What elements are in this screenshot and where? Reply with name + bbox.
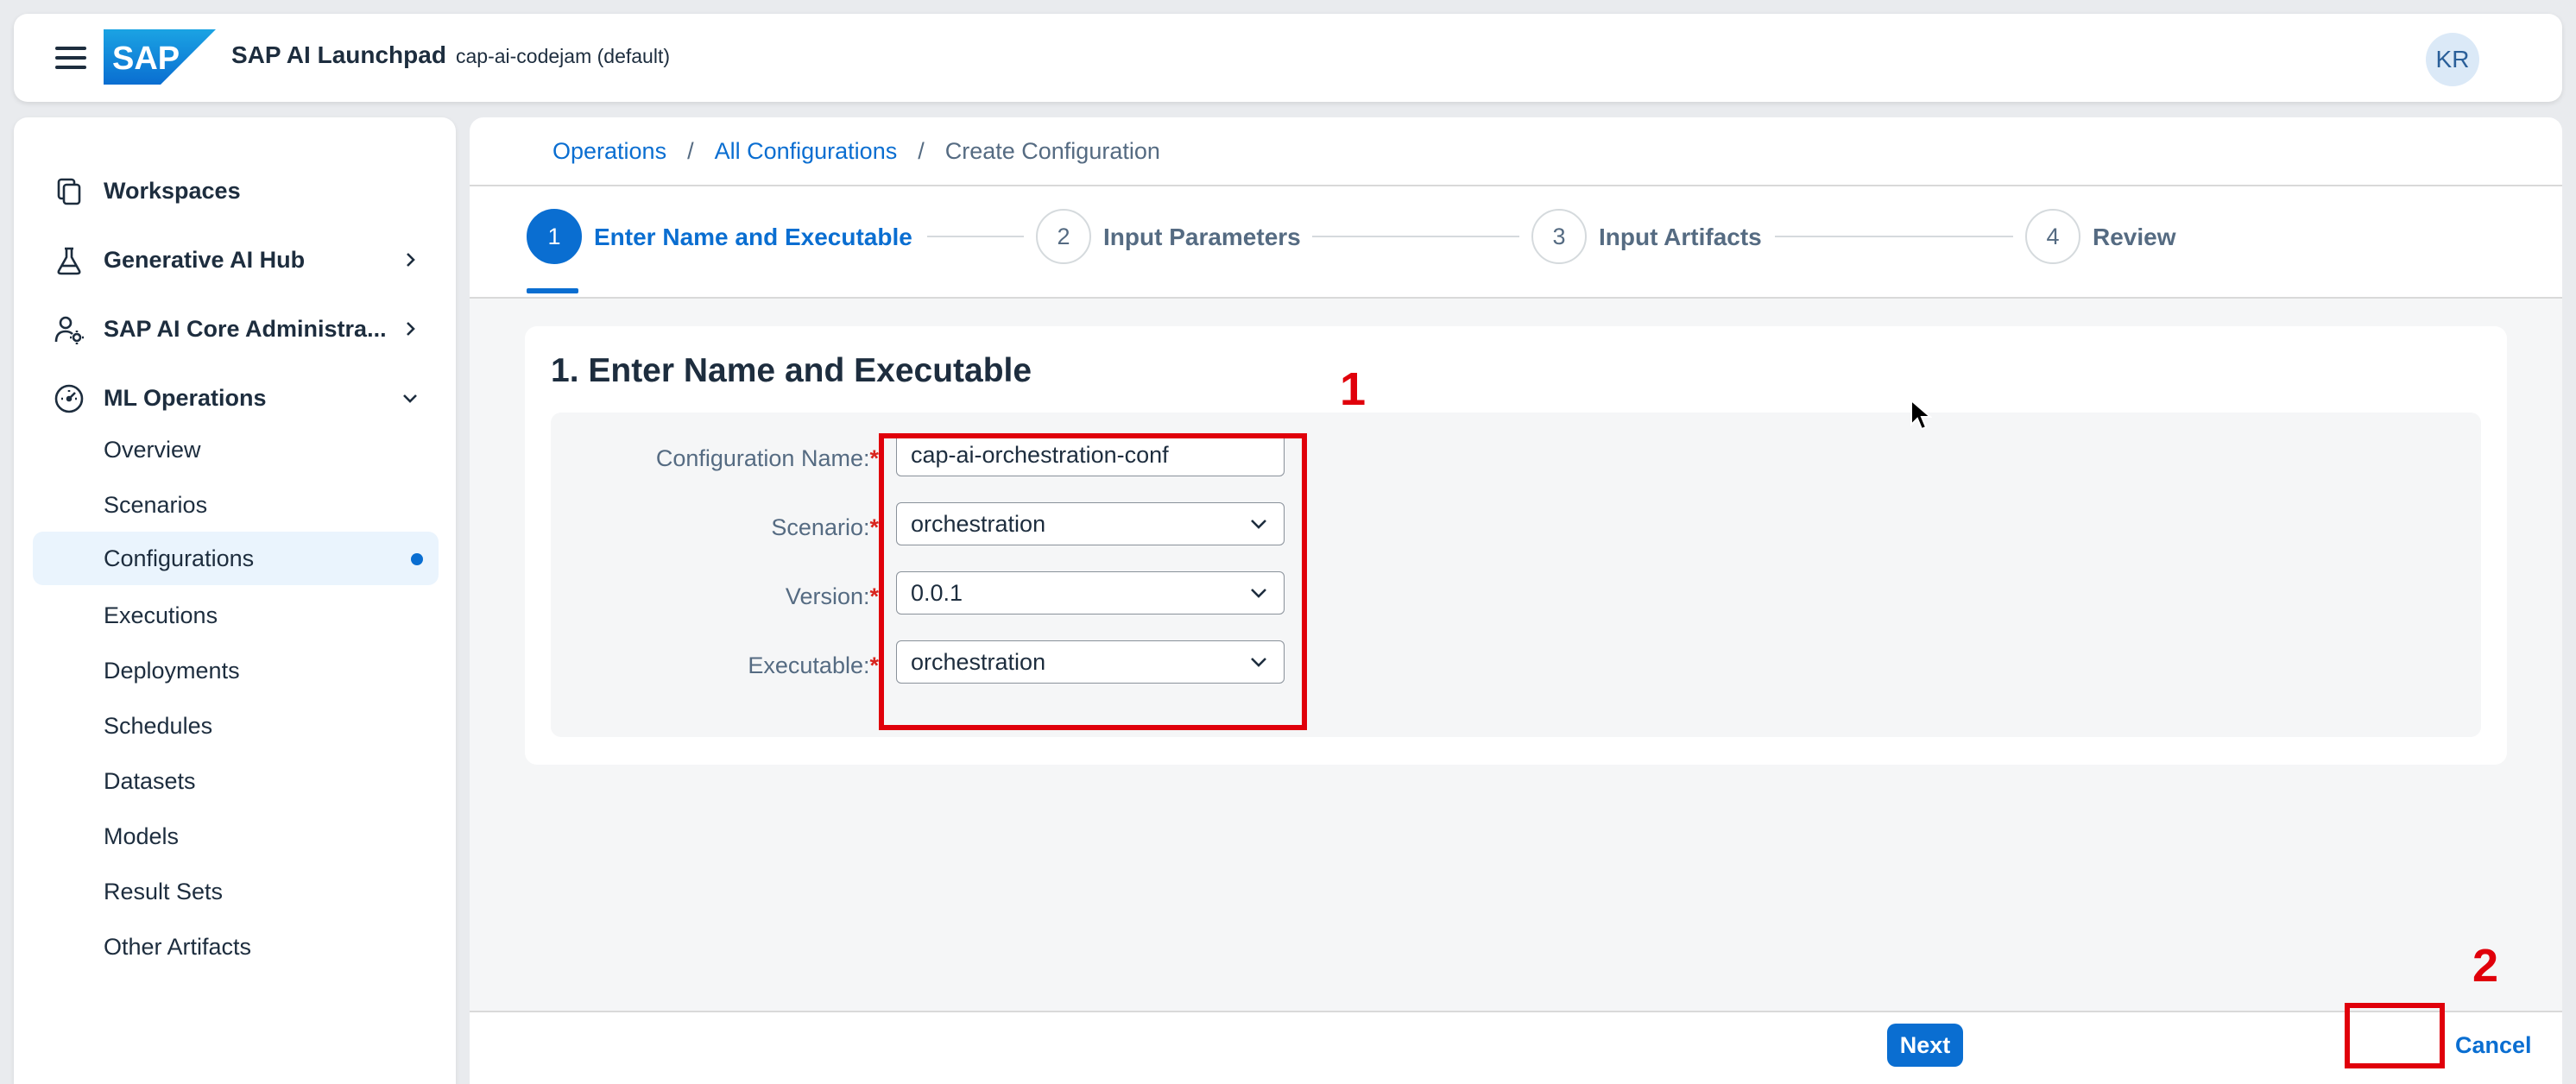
sidebar-subitem-label: Models — [104, 823, 180, 849]
step-panel: 1. Enter Name and Executable Configurati… — [525, 326, 2507, 765]
executable-value: orchestration — [911, 648, 1046, 675]
sidebar-item-label: Workspaces — [104, 178, 241, 204]
sidebar-item-label: Generative AI Hub — [104, 247, 306, 273]
breadcrumb-link-operations[interactable]: Operations — [552, 138, 666, 164]
step-number: 1 — [527, 209, 582, 264]
configuration-name-label: Configuration Name:* — [655, 445, 879, 471]
annotation-marker-1: 1 — [1340, 363, 1367, 415]
executable-select[interactable]: orchestration — [896, 640, 1285, 684]
breadcrumb-current: Create Configuration — [944, 138, 1160, 164]
wizard-content: 1. Enter Name and Executable Configurati… — [470, 299, 2562, 1011]
step-number: 4 — [2025, 209, 2080, 264]
annotation-marker-2: 2 — [2472, 940, 2499, 992]
step-label: Review — [2093, 224, 2176, 250]
wizard-footer — [470, 1011, 2562, 1084]
step-label: Input Artifacts — [1599, 224, 1762, 250]
app-title: SAP AI Launchpad — [231, 41, 446, 68]
sidebar-subitem-configurations[interactable]: Configurations — [33, 532, 439, 585]
breadcrumb: Operations / All Configurations / Create Con… — [552, 138, 1160, 165]
chevron-down-icon — [1251, 589, 1266, 598]
chevron-right-icon — [407, 253, 415, 267]
chevron-down-icon — [1251, 658, 1266, 667]
step-label: Enter Name and Executable — [594, 224, 912, 250]
sidebar-subitem-models[interactable]: Models — [33, 810, 439, 863]
sidebar-subitem-result-sets[interactable]: Result Sets — [33, 865, 439, 918]
svg-text:SAP: SAP — [112, 41, 180, 77]
step-number: 3 — [1531, 209, 1587, 264]
dashboard-gauge-icon — [54, 384, 84, 413]
avatar[interactable]: KR — [2426, 33, 2479, 86]
scenario-value: orchestration — [911, 510, 1046, 537]
step-connector — [1312, 236, 1519, 237]
sidebar-subitem-label: Overview — [104, 437, 201, 463]
chevron-down-icon — [1251, 520, 1266, 529]
version-label: Version:* — [785, 583, 879, 609]
main-content: Operations / All Configurations / Create Con… — [470, 117, 2562, 1084]
sidebar-subitem-executions[interactable]: Executions — [33, 589, 439, 642]
sidebar-subitem-deployments[interactable]: Deployments — [33, 644, 439, 697]
sidebar-item-ai-core-administration[interactable]: SAP AI Core Administra... — [33, 302, 439, 357]
step-connector — [1775, 236, 2013, 237]
configuration-form: Configuration Name:* Scenario:* Version:… — [551, 413, 2481, 737]
required-mark: * — [869, 445, 879, 471]
step-connector — [927, 236, 1024, 237]
sidebar-subitem-label: Executions — [104, 602, 218, 628]
active-step-indicator — [527, 288, 578, 293]
sidebar-subitem-label: Configurations — [104, 545, 255, 571]
sidebar-subitem-label: Schedules — [104, 713, 213, 739]
user-settings-icon — [54, 316, 84, 344]
configuration-name-input[interactable]: cap-ai-orchestration-conf — [896, 433, 1285, 476]
workspaces-icon — [57, 178, 81, 205]
shell-bar: SAP SAP AI Launchpad cap-ai-codejam (def… — [14, 14, 2562, 102]
scenario-label: Scenario:* — [771, 514, 879, 540]
version-select[interactable]: 0.0.1 — [896, 571, 1285, 614]
breadcrumb-link-all-configurations[interactable]: All Configurations — [715, 138, 898, 164]
sidebar-item-workspaces[interactable]: Workspaces — [33, 164, 439, 219]
sidebar-subitem-schedules[interactable]: Schedules — [33, 699, 439, 753]
required-mark: * — [869, 514, 879, 540]
sidebar-item-generative-ai-hub[interactable]: Generative AI Hub — [33, 233, 439, 288]
sidebar-item-label: SAP AI Core Administra... — [104, 316, 387, 342]
flask-icon — [57, 247, 81, 275]
breadcrumb-separator: / — [687, 138, 694, 164]
required-mark: * — [869, 583, 879, 609]
sap-logo: SAP — [104, 29, 216, 85]
menu-icon[interactable] — [55, 47, 86, 69]
mouse-cursor-icon — [1910, 399, 1932, 431]
sidebar-subitem-other-artifacts[interactable]: Other Artifacts — [33, 920, 439, 974]
form-labels: Configuration Name:* Scenario:* Version:… — [551, 413, 879, 737]
chevron-right-icon — [407, 322, 415, 336]
step-label: Input Parameters — [1103, 224, 1301, 250]
sidebar-item-label: ML Operations — [104, 385, 267, 411]
active-indicator-dot — [411, 553, 423, 565]
cancel-button[interactable]: Cancel — [2455, 1032, 2532, 1059]
step-number: 2 — [1036, 209, 1091, 264]
breadcrumb-separator: / — [918, 138, 925, 164]
sidebar-subitem-label: Deployments — [104, 658, 240, 684]
next-button[interactable]: Next — [1887, 1024, 1963, 1067]
chevron-down-icon — [403, 394, 417, 403]
scenario-select[interactable]: orchestration — [896, 502, 1285, 545]
sidebar-subitem-datasets[interactable]: Datasets — [33, 754, 439, 808]
sidebar-subitem-label: Datasets — [104, 768, 196, 794]
configuration-name-value: cap-ai-orchestration-conf — [911, 441, 1169, 468]
sidebar-subitem-overview[interactable]: Overview — [33, 423, 439, 476]
version-value: 0.0.1 — [911, 579, 963, 606]
sidebar-item-ml-operations[interactable]: ML Operations — [33, 371, 439, 426]
section-title: 1. Enter Name and Executable — [551, 352, 1032, 389]
required-mark: * — [869, 652, 879, 678]
side-navigation: Workspaces Generative AI Hub SAP AI Core… — [14, 117, 456, 1084]
sidebar-subitem-label: Other Artifacts — [104, 934, 252, 960]
sidebar-subitem-label: Result Sets — [104, 879, 224, 904]
sidebar-subitem-label: Scenarios — [104, 492, 208, 518]
sidebar-subitem-scenarios[interactable]: Scenarios — [33, 478, 439, 532]
wizard-progress-bar: 1 Enter Name and Executable 2 Input Para… — [470, 186, 2562, 297]
tenant-label[interactable]: cap-ai-codejam (default) — [456, 45, 670, 68]
executable-label: Executable:* — [748, 652, 879, 678]
